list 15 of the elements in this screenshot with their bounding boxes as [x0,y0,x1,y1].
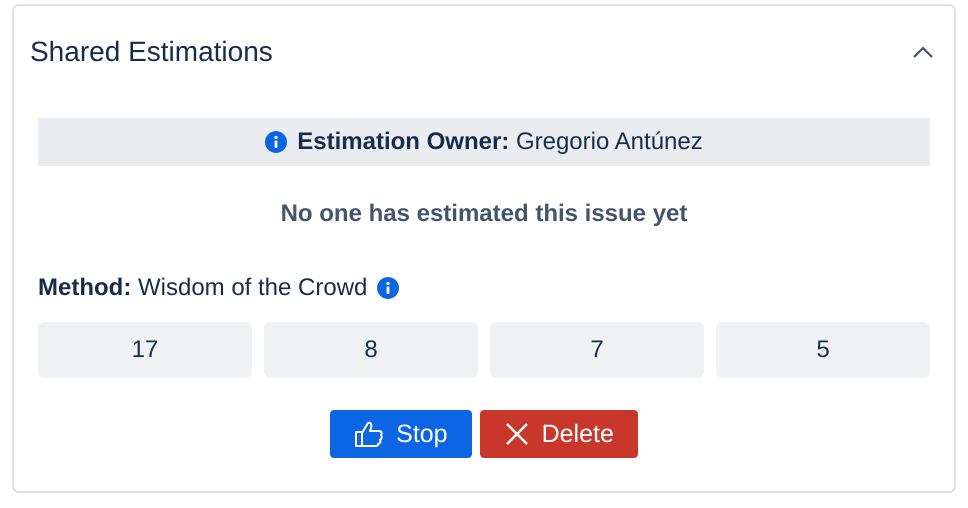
stop-button[interactable]: Stop [330,410,472,458]
estimate-button[interactable]: 8 [264,322,478,378]
info-icon[interactable] [265,131,288,153]
estimate-button[interactable]: 17 [38,322,252,378]
method-text: Method: Wisdom of the Crowd [38,274,368,302]
thumbs-up-icon [354,420,384,448]
delete-button[interactable]: Delete [480,410,638,458]
estimate-button[interactable]: 7 [490,322,704,378]
estimate-button[interactable]: 5 [716,322,930,378]
chevron-icon[interactable] [912,45,934,59]
owner-text: Estimation Owner: Gregorio Antúnez [297,128,703,156]
empty-message: No one has estimated this issue yet [280,200,688,227]
info-icon[interactable] [377,277,400,299]
close-icon [504,421,530,447]
panel-title: Shared Estimations [30,36,273,68]
